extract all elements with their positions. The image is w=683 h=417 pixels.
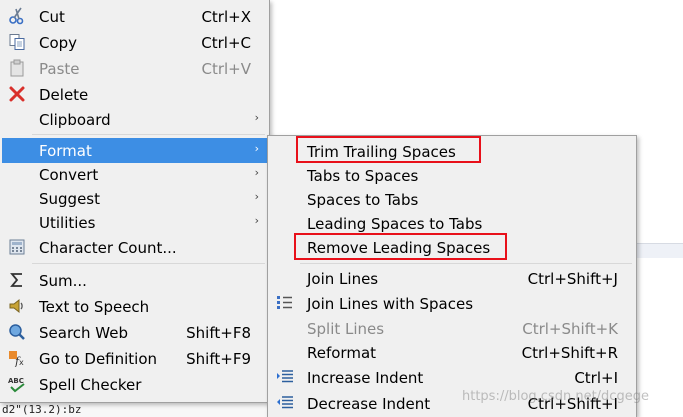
submenu-item-reformat[interactable]: Reformat Ctrl+Shift+R (270, 340, 634, 365)
delete-icon (9, 86, 25, 102)
menu-item-label: Search Web (39, 324, 129, 342)
join-lines-icon (277, 296, 292, 309)
menu-item-shortcut: Ctrl+Shift+K (522, 320, 618, 338)
chevron-right-icon: › (254, 111, 259, 124)
menu-item-cut[interactable]: Cut Ctrl+X (2, 4, 267, 29)
menu-item-shortcut: Ctrl+Shift+R (521, 344, 618, 362)
menu-item-paste[interactable]: Paste Ctrl+V (2, 56, 267, 81)
menu-item-label: Join Lines (307, 270, 379, 288)
speaker-icon (9, 298, 23, 314)
menu-item-label: Spaces to Tabs (307, 191, 419, 209)
sigma-icon (10, 273, 22, 287)
spellcheck-icon: ABC (8, 377, 25, 393)
menu-item-suggest[interactable]: Suggest › (2, 186, 267, 211)
chevron-right-icon: › (254, 166, 259, 179)
menu-item-go-to-definition[interactable]: f x Go to Definition Shift+F9 (2, 346, 267, 371)
menu-item-shortcut: Shift+F9 (186, 350, 251, 368)
menu-item-search-web[interactable]: Search Web Shift+F8 (2, 320, 267, 345)
function-icon: f x (9, 351, 24, 367)
menu-item-clipboard[interactable]: Clipboard › (2, 107, 267, 132)
menu-item-label: Format (39, 142, 92, 160)
menu-separator (32, 134, 265, 135)
menu-item-shortcut: Ctrl+C (201, 34, 251, 52)
annotation-box-trim-trailing (296, 136, 481, 163)
format-submenu: Trim Trailing Spaces Tabs to Spaces Spac… (267, 135, 637, 417)
chevron-right-icon: › (254, 214, 259, 227)
submenu-item-spaces-to-tabs[interactable]: Spaces to Tabs (270, 187, 634, 212)
copy-icon (9, 34, 25, 50)
context-menu: Cut Ctrl+X Copy Ctrl+C Paste Ctrl+V Dele… (0, 0, 270, 403)
menu-item-label: Reformat (307, 344, 377, 362)
menu-item-shortcut: Shift+F8 (186, 324, 251, 342)
watermark: https://blog.csdn.net/dcgege (462, 389, 649, 404)
editor-code-fragment: d2"(13.2):bz (0, 403, 272, 417)
menu-item-label: Character Count... (39, 239, 177, 257)
search-web-icon (9, 324, 25, 340)
menu-item-spell-checker[interactable]: ABC Spell Checker (2, 372, 267, 397)
menu-item-label: Join Lines with Spaces (307, 295, 474, 313)
menu-item-convert[interactable]: Convert › (2, 162, 267, 187)
annotation-box-remove-leading (294, 233, 507, 260)
menu-item-label: Text to Speech (39, 298, 150, 316)
menu-separator (300, 263, 632, 264)
menu-item-shortcut: Ctrl+I (574, 369, 618, 387)
calculator-icon (9, 239, 25, 255)
menu-item-label: Go to Definition (39, 350, 158, 368)
menu-item-label: Spell Checker (39, 376, 142, 394)
editor-background-strip (636, 243, 683, 258)
menu-item-label: Clipboard (39, 111, 111, 129)
submenu-item-tabs-to-spaces[interactable]: Tabs to Spaces (270, 163, 634, 188)
menu-item-label: Convert (39, 166, 99, 184)
svg-text:x: x (19, 358, 24, 367)
svg-text:ABC: ABC (8, 377, 24, 385)
menu-item-format[interactable]: Format › (2, 138, 267, 163)
menu-separator (32, 263, 265, 264)
menu-item-text-to-speech[interactable]: Text to Speech (2, 294, 267, 319)
submenu-item-join-lines[interactable]: Join Lines Ctrl+Shift+J (270, 266, 634, 291)
menu-item-label: Utilities (39, 214, 96, 232)
menu-item-sum[interactable]: Sum... (2, 268, 267, 293)
submenu-item-split-lines[interactable]: Split Lines Ctrl+Shift+K (270, 316, 634, 341)
menu-item-label: Leading Spaces to Tabs (307, 215, 483, 233)
menu-item-label: Paste (39, 60, 80, 78)
menu-item-label: Delete (39, 86, 89, 104)
scissors-icon (9, 7, 24, 25)
menu-item-shortcut: Ctrl+V (201, 60, 251, 78)
menu-item-delete[interactable]: Delete (2, 82, 267, 107)
menu-item-character-count[interactable]: Character Count... (2, 235, 267, 260)
menu-item-label: Increase Indent (307, 369, 424, 387)
menu-item-label: Cut (39, 8, 65, 26)
submenu-item-increase-indent[interactable]: Increase Indent Ctrl+I (270, 365, 634, 390)
menu-item-label: Suggest (39, 190, 100, 208)
paste-icon (10, 59, 24, 77)
chevron-right-icon: › (254, 142, 259, 155)
increase-indent-icon (277, 370, 293, 383)
menu-item-label: Tabs to Spaces (307, 167, 419, 185)
menu-item-label: Split Lines (307, 320, 385, 338)
menu-item-utilities[interactable]: Utilities › (2, 210, 267, 235)
menu-item-shortcut: Ctrl+X (201, 8, 251, 26)
submenu-item-join-lines-with-spaces[interactable]: Join Lines with Spaces (270, 291, 634, 316)
menu-item-label: Sum... (39, 272, 87, 290)
menu-item-copy[interactable]: Copy Ctrl+C (2, 30, 267, 55)
chevron-right-icon: › (254, 190, 259, 203)
menu-item-label: Copy (39, 34, 78, 52)
menu-item-label: Decrease Indent (307, 395, 431, 413)
menu-item-shortcut: Ctrl+Shift+J (527, 270, 618, 288)
decrease-indent-icon (277, 396, 293, 409)
